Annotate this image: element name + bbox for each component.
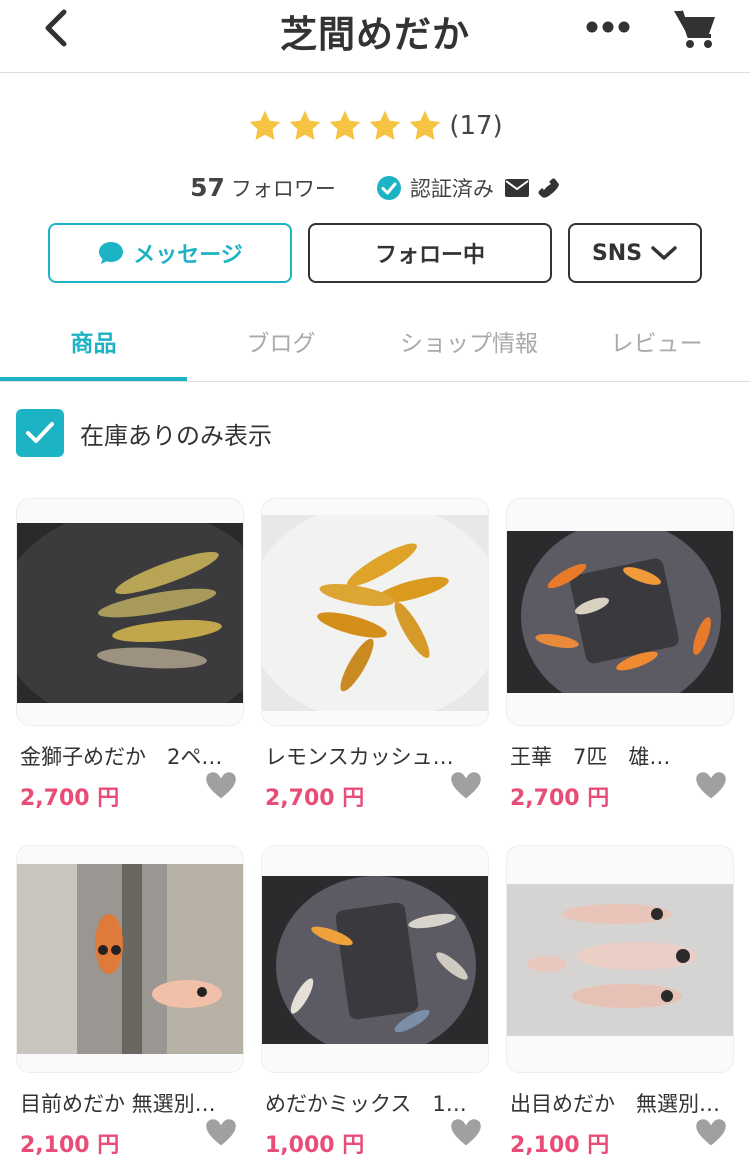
in-stock-filter[interactable]: 在庫ありのみ表示	[16, 408, 272, 458]
cart-button[interactable]	[672, 6, 718, 50]
followers-link[interactable]: 57 フォロワー	[190, 173, 336, 203]
check-circle-icon	[376, 176, 401, 200]
chevron-down-icon	[651, 246, 677, 260]
verified-status: 認証済み	[376, 173, 560, 203]
verified-label: 認証済み	[409, 177, 494, 201]
shop-actions: メッセージ フォロー中 SNS	[48, 223, 702, 283]
product-price: 2,700 円	[510, 786, 610, 811]
follow-button[interactable]: フォロー中	[308, 223, 552, 283]
active-tab-indicator	[0, 377, 187, 381]
check-icon	[26, 422, 54, 443]
product-price: 2,100 円	[20, 1133, 120, 1158]
tab-products[interactable]: 商品	[0, 324, 187, 358]
favorite-button[interactable]	[202, 768, 240, 804]
more-button[interactable]	[584, 10, 632, 44]
mix-medaka-photo	[262, 876, 488, 1044]
message-label: メッセージ	[133, 243, 243, 268]
mail-icon	[504, 179, 529, 197]
tab-shop-info[interactable]: ショップ情報	[375, 324, 563, 358]
favorite-button[interactable]	[447, 1115, 485, 1151]
favorite-button[interactable]	[202, 1115, 240, 1151]
rating-count: (17)	[449, 111, 503, 141]
star-rating	[247, 108, 443, 144]
heart-icon	[448, 1116, 484, 1149]
chat-bubble-icon	[99, 242, 124, 264]
shop-rating[interactable]: (17)	[0, 106, 750, 146]
product-image	[261, 498, 489, 726]
favorite-button[interactable]	[447, 768, 485, 804]
product-image	[506, 498, 734, 726]
product-image	[16, 498, 244, 726]
heart-icon	[448, 769, 484, 802]
star-icon	[410, 110, 441, 140]
cart-icon	[674, 10, 715, 48]
product-name[interactable]: 出目めだか 無選別…	[510, 1088, 732, 1118]
tab-reviews[interactable]: レビュー	[563, 324, 750, 358]
gold-medaka-photo	[17, 523, 243, 703]
follow-label: フォロー中	[374, 243, 485, 268]
product-card[interactable]: 王華 7匹 雄… 2,700 円	[506, 498, 734, 818]
product-card[interactable]: レモンスカッシュ… 2,700 円	[261, 498, 489, 818]
tab-blog[interactable]: ブログ	[187, 324, 375, 358]
lemon-medaka-photo	[262, 515, 488, 711]
followers-count: 57	[190, 173, 225, 202]
heart-icon	[693, 769, 729, 802]
product-price: 2,700 円	[20, 786, 120, 811]
sns-dropdown[interactable]: SNS	[568, 223, 702, 283]
star-icon	[370, 110, 401, 140]
product-card[interactable]: 目前めだか 無選別… 2,100 円	[16, 845, 244, 1163]
heart-icon	[693, 1116, 729, 1149]
product-card[interactable]: めだかミックス 1… 1,000 円	[261, 845, 489, 1163]
product-price: 2,700 円	[265, 786, 365, 811]
followers-label: フォロワー	[230, 177, 336, 201]
phone-icon	[538, 178, 559, 198]
product-name[interactable]: 王華 7匹 雄…	[510, 741, 732, 771]
product-name[interactable]: レモンスカッシュ…	[265, 741, 487, 771]
product-image	[506, 845, 734, 1073]
ouka-medaka-photo	[507, 531, 733, 693]
heart-icon	[203, 1116, 239, 1149]
product-name[interactable]: 金獅子めだか 2ペ…	[20, 741, 242, 771]
product-price: 2,100 円	[510, 1133, 610, 1158]
favorite-button[interactable]	[692, 768, 730, 804]
product-image	[16, 845, 244, 1073]
top-bar: 芝間めだか	[0, 0, 750, 73]
deme-medaka-photo	[507, 884, 733, 1036]
star-icon	[290, 110, 321, 140]
more-dots-icon	[586, 21, 630, 33]
product-name[interactable]: 目前めだか 無選別…	[20, 1088, 242, 1118]
product-card[interactable]: 金獅子めだか 2ペ… 2,700 円	[16, 498, 244, 818]
message-button[interactable]: メッセージ	[48, 223, 292, 283]
favorite-button[interactable]	[692, 1115, 730, 1151]
star-icon	[330, 110, 361, 140]
shop-tabs: 商品 ブログ ショップ情報 レビュー	[0, 310, 750, 382]
in-stock-label: 在庫ありのみ表示	[80, 421, 272, 450]
shop-title: 芝間めだか	[280, 13, 470, 56]
product-image	[261, 845, 489, 1073]
memae-medaka-photo	[17, 864, 243, 1054]
heart-icon	[203, 769, 239, 802]
in-stock-checkbox[interactable]	[16, 409, 64, 457]
product-card[interactable]: 出目めだか 無選別… 2,100 円	[506, 845, 734, 1163]
shop-info-row: 57 フォロワー 認証済み	[0, 170, 750, 206]
product-name[interactable]: めだかミックス 1…	[265, 1088, 487, 1118]
star-icon	[250, 110, 281, 140]
product-price: 1,000 円	[265, 1133, 365, 1158]
sns-label: SNS	[591, 240, 643, 266]
